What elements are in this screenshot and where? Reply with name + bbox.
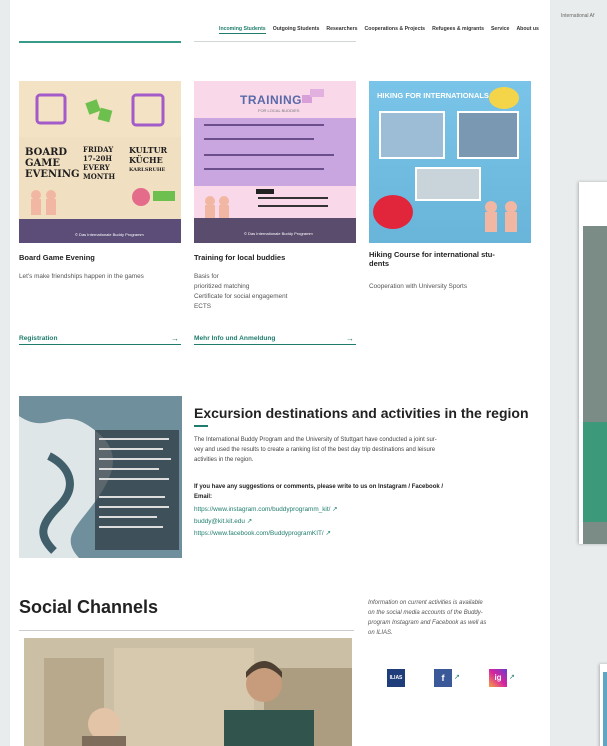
external-link-icon: ↗	[509, 674, 515, 681]
instagram-link[interactable]: https://www.instagram.com/buddyprogramm_…	[194, 505, 338, 513]
social-channels-heading: Social Channels	[19, 597, 159, 617]
board-game-pieces	[31, 188, 175, 215]
board-game-image[interactable]: BOARD GAME EVENING FRIDAY 17-20H EVERY M…	[19, 81, 181, 243]
hiking-photo-2	[457, 111, 519, 159]
board-game-icons	[35, 93, 165, 127]
training-text-lines	[204, 124, 334, 170]
training-image[interactable]: TRAINING FOR LOCAL BUDDIES © Das Interna…	[194, 81, 356, 243]
training-subheading: FOR LOCAL BUDDIES	[258, 108, 300, 113]
side-panel-lower[interactable]	[600, 664, 607, 746]
external-link-icon: ↗	[325, 530, 331, 537]
excursion-map-image[interactable]	[19, 396, 182, 558]
nav-researchers[interactable]: Researchers	[326, 26, 357, 34]
nav-cooperations-projects[interactable]: Cooperations & Projects	[365, 26, 426, 34]
instagram-icon[interactable]: ig	[489, 669, 507, 687]
header-divider-left	[19, 41, 181, 43]
berry-icon	[373, 195, 413, 229]
facebook-icon[interactable]: f	[434, 669, 452, 687]
hiking-image[interactable]: HIKING FOR INTERNATIONALS	[369, 81, 531, 243]
nav-outgoing-students[interactable]: Outgoing Students	[273, 26, 320, 34]
training-credit: © Das Internationale Buddy Programm	[244, 231, 313, 236]
international-affairs-label[interactable]: International Af	[561, 13, 594, 19]
facebook-link[interactable]: https://www.facebook.com/BuddyprogramKIT…	[194, 529, 331, 537]
hiking-pieces	[485, 201, 517, 232]
hiking-heading: HIKING FOR INTERNATIONALS	[377, 91, 489, 100]
side-panel-lower-image	[603, 672, 607, 746]
excursion-contact: If you have any suggestions or comments,…	[194, 484, 444, 500]
training-bars-icon	[302, 89, 324, 103]
header-divider-mid	[194, 41, 356, 42]
side-panel-banner	[583, 422, 607, 522]
training-heading: TRAINING	[240, 93, 302, 107]
external-link-icon: ↗	[332, 506, 338, 513]
nav-refugees-migrants[interactable]: Refugees & migrants	[432, 26, 484, 34]
training-pieces	[205, 196, 328, 219]
social-photo-graphic	[24, 638, 352, 746]
nav-service[interactable]: Service	[491, 26, 509, 34]
board-game-venue: KULTUR KÜCHE KARLSRUHE	[129, 145, 168, 173]
board-game-title: BOARD GAME EVENING	[25, 147, 80, 180]
nav-about-us[interactable]: About us	[516, 26, 538, 34]
arrow-right-icon: →	[346, 334, 354, 343]
training-title-text: Training for local buddies	[194, 253, 286, 262]
hiking-photo-1	[379, 111, 445, 159]
more-info-link[interactable]: Mehr Info und Anmeldung →	[194, 334, 356, 345]
board-game-credit: © Das Internationale Buddy Programm	[75, 232, 144, 237]
hiking-description: Cooperation with University Sports	[369, 283, 468, 290]
page: International Af Incoming Students Outgo…	[0, 0, 607, 746]
board-game-schedule: FRIDAY 17-20H EVERY MONTH	[83, 145, 116, 181]
side-panel-upper[interactable]	[579, 182, 607, 544]
social-info-text: Information on current activities is ava…	[368, 600, 487, 636]
hiking-title-text: Hiking Course for international stu- den…	[369, 250, 495, 268]
map-graphic	[19, 396, 182, 558]
board-game-description: Let's make friendships happen in the gam…	[19, 273, 144, 280]
ilias-icon[interactable]: ILIAS	[387, 669, 405, 687]
board-game-title-text: Board Game Evening	[19, 253, 95, 262]
training-description: Basis for prioritized matching Certifica…	[194, 273, 288, 310]
registration-link[interactable]: Registration →	[19, 334, 181, 345]
arrow-right-icon: →	[171, 334, 179, 343]
excursion-heading: Excursion destinations and activities in…	[194, 405, 529, 421]
external-link-icon: ↗	[454, 674, 460, 681]
excursion-paragraph: The International Buddy Program and the …	[194, 437, 437, 463]
external-link-icon: ↗	[246, 518, 253, 525]
excursion-heading-underline	[194, 425, 208, 427]
social-divider	[19, 630, 354, 631]
nav-incoming-students[interactable]: Incoming Students	[219, 26, 266, 34]
main-navigation: Incoming Students Outgoing Students Rese…	[219, 26, 539, 34]
sun-icon	[489, 87, 519, 109]
email-link[interactable]: buddy@kit.kit.edu ↗	[194, 517, 252, 525]
hiking-photo-3	[415, 167, 481, 201]
social-photo	[24, 638, 352, 746]
